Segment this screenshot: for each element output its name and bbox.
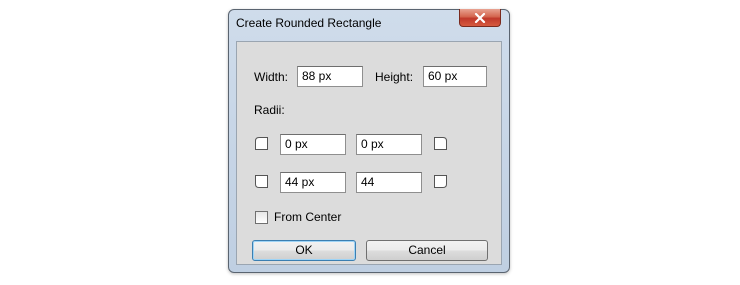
title-bar[interactable]: Create Rounded Rectangle <box>229 9 509 34</box>
ok-button[interactable]: OK <box>252 240 356 261</box>
radius-top-left-field[interactable]: 0 px <box>280 134 346 155</box>
width-field[interactable]: 88 px <box>297 66 363 87</box>
width-label: Width: <box>254 70 289 84</box>
height-field[interactable]: 60 px <box>423 66 487 87</box>
dialog-title: Create Rounded Rectangle <box>236 16 382 30</box>
radius-top-right-field[interactable]: 0 px <box>356 134 422 155</box>
corner-top-left-icon <box>255 137 268 150</box>
height-label: Height: <box>375 70 414 84</box>
from-center-label[interactable]: From Center <box>274 210 341 224</box>
create-rounded-rectangle-dialog: Create Rounded Rectangle Width: 88 px He… <box>228 9 510 273</box>
radius-bottom-left-field[interactable]: 44 px <box>280 172 346 193</box>
radius-bottom-right-field[interactable]: 44 <box>356 172 422 193</box>
close-button[interactable] <box>459 9 501 27</box>
corner-bottom-right-icon <box>434 175 447 188</box>
cancel-button[interactable]: Cancel <box>366 240 488 261</box>
close-icon <box>474 12 486 23</box>
corner-top-right-icon <box>434 137 447 150</box>
radii-label: Radii: <box>254 103 285 117</box>
dialog-body: Width: 88 px Height: 60 px Radii: 0 px 0… <box>236 41 502 265</box>
corner-bottom-left-icon <box>255 175 268 188</box>
from-center-checkbox[interactable] <box>255 211 268 224</box>
